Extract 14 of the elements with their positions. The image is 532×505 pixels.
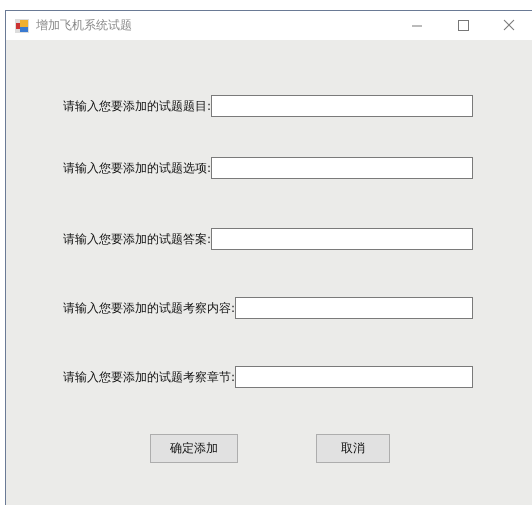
input-field[interactable] <box>211 95 473 117</box>
field-label: 请输入您要添加的试题考察章节: <box>63 368 236 386</box>
input-field[interactable] <box>211 157 473 179</box>
input-field[interactable] <box>211 228 473 250</box>
window-title: 增加飞机系统试题 <box>36 17 132 34</box>
input-field[interactable] <box>235 366 473 388</box>
input-field[interactable] <box>235 297 473 319</box>
field-label: 请输入您要添加的试题选项: <box>63 160 212 176</box>
app-icon <box>15 18 29 32</box>
field-label: 请输入您要添加的试题答案: <box>63 230 212 248</box>
confirm-button[interactable]: 确定添加 <box>150 434 238 463</box>
cancel-button[interactable]: 取消 <box>316 434 390 463</box>
field-label: 请输入您要添加的试题题目: <box>63 98 212 114</box>
field-label: 请输入您要添加的试题考察内容: <box>63 300 236 316</box>
